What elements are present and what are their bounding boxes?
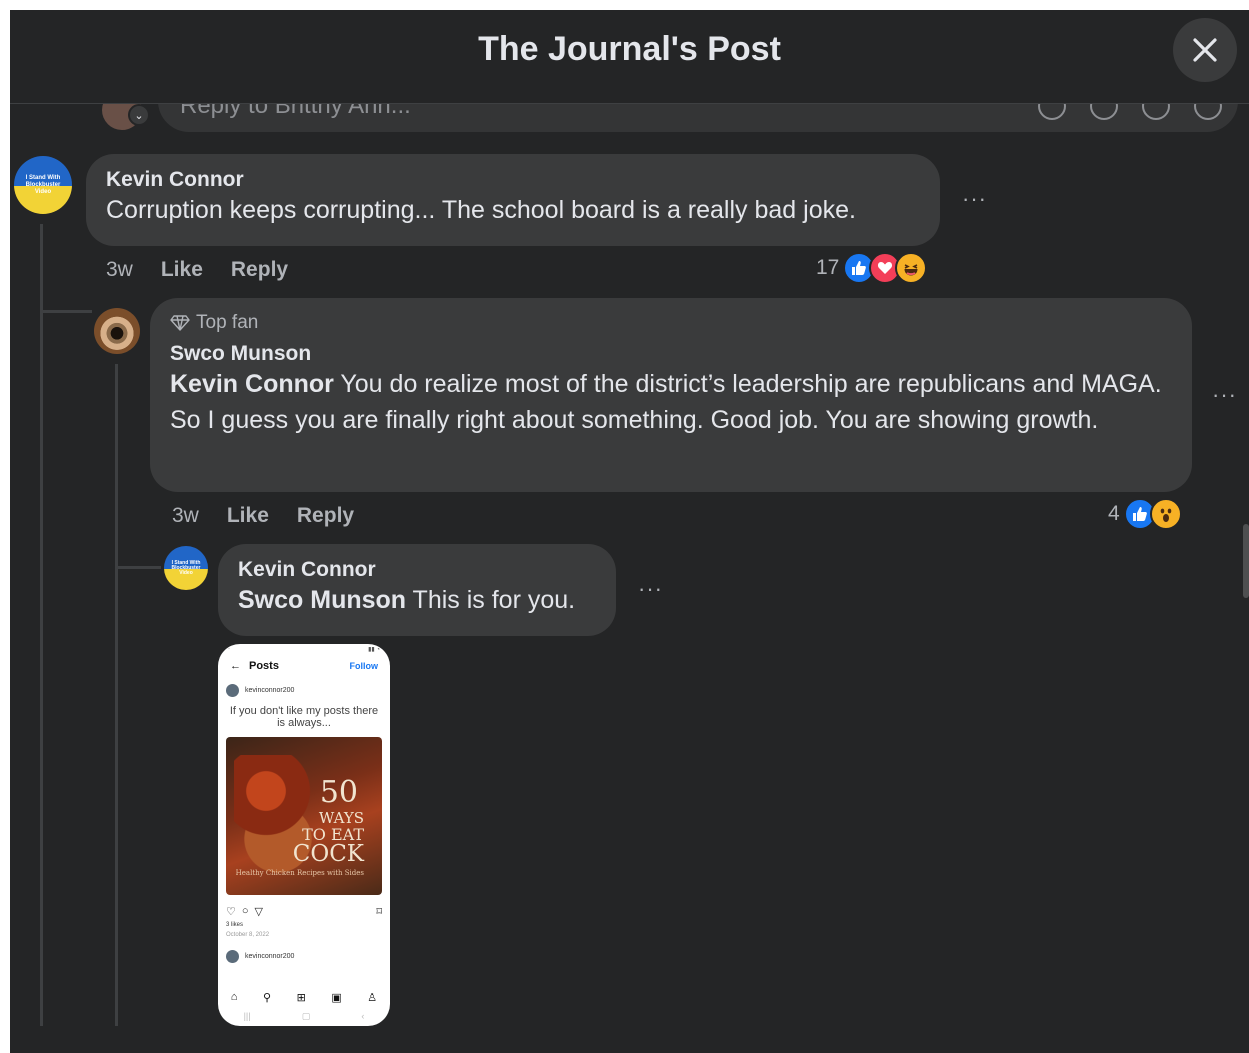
phone-likes: 3 likes [226, 922, 244, 928]
phone-avatar [226, 950, 239, 963]
thread-line [40, 224, 43, 1026]
bookmark-icon: ⌑ [376, 906, 382, 918]
reply-button[interactable]: Reply [231, 258, 288, 282]
comment-author[interactable]: Kevin Connor [106, 168, 920, 192]
thread-line [115, 364, 118, 1026]
top-fan-badge: Top fan [170, 312, 1172, 334]
phone-post-actions: ♡ ○ ▽ ⌑ [218, 895, 390, 920]
phone-status-bar: · ▮▮ ◔ [228, 646, 380, 653]
comment-bubble: Kevin Connor Corruption keeps corrupting… [86, 154, 940, 246]
comment-actions: 3w Like Reply [172, 504, 354, 528]
diamond-icon [170, 315, 190, 331]
profile-icon: ♙ [367, 992, 378, 1004]
more-options-button[interactable]: ··· [1212, 382, 1237, 408]
mention-link[interactable]: Swco Munson [238, 586, 406, 614]
cover-subtitle: Healthy Chicken Recipes with Sides [235, 869, 364, 877]
phone-follow-label: Follow [349, 661, 379, 671]
comment-actions: 3w Like Reply [106, 258, 288, 282]
back-arrow-icon: ← [230, 660, 241, 672]
badge-label: Top fan [196, 312, 259, 333]
more-options-button[interactable]: ··· [638, 576, 663, 602]
comment-time[interactable]: 3w [172, 504, 199, 528]
close-icon [1193, 38, 1217, 62]
attached-screenshot[interactable]: · ▮▮ ◔ ← Posts Follow kevinconnor200 If y… [218, 644, 390, 1026]
phone-post-user: kevinconnor200 [218, 940, 390, 967]
reaction-count: 4 [1108, 502, 1120, 525]
comment-bubble: Kevin Connor Swco Munson This is for you… [218, 544, 616, 636]
avatar-text: I Stand With Blockbuster Video [171, 559, 201, 576]
chevron-down-icon[interactable]: ⌄ [128, 104, 150, 126]
phone-system-nav: ||| ▢ ‹ [243, 1011, 365, 1021]
dialog-header: The Journal's Post [10, 10, 1249, 104]
reels-icon: ▣ [331, 992, 342, 1004]
comment-bubble: Top fan Swco Munson Kevin Connor You do … [150, 298, 1192, 492]
avatar[interactable]: I Stand With Blockbuster Video [14, 156, 72, 214]
cover-line: COCK [292, 841, 364, 867]
avatar[interactable]: I Stand With Blockbuster Video [164, 546, 208, 590]
like-button[interactable]: Like [227, 504, 269, 528]
search-icon: ⚲ [262, 992, 272, 1004]
reaction-summary[interactable]: 17 [816, 252, 928, 284]
reaction-summary[interactable]: 4 [1108, 498, 1182, 530]
comment-author[interactable]: Kevin Connor [238, 558, 596, 582]
phone-caption: If you don't like my posts there is alwa… [229, 705, 379, 729]
like-button[interactable]: Like [161, 258, 203, 282]
phone-nav-bar: ← Posts Follow [218, 656, 390, 676]
phone-username: kevinconnor200 [245, 953, 295, 960]
phone-username: kevinconnor200 [245, 687, 295, 694]
comment-icon: ○ [241, 905, 249, 917]
comment-author[interactable]: Swco Munson [170, 342, 1172, 366]
home-icon: ⌂ [230, 991, 238, 1003]
avatar[interactable] [94, 308, 140, 354]
wow-reaction-icon [1149, 498, 1182, 530]
post-dialog: The Journal's Post ⌄ Reply to Brittny An… [10, 10, 1249, 1053]
phone-date: October 8, 2022 [226, 932, 270, 938]
reaction-count: 17 [816, 256, 840, 279]
send-icon: ▽ [254, 906, 263, 918]
comment-text: Corruption keeps corrupting... The schoo… [106, 196, 856, 224]
comment-text: Kevin Connor You do realize most of the … [170, 366, 1172, 438]
phone-post-user: kevinconnor200 [218, 676, 390, 701]
thread-line [115, 566, 161, 569]
haha-reaction-icon [895, 252, 928, 284]
thread-line [40, 310, 92, 313]
phone-screen-title: Posts [249, 660, 279, 672]
cover-number: 50 [319, 775, 358, 810]
reply-button[interactable]: Reply [297, 504, 354, 528]
more-options-button[interactable]: ··· [962, 186, 987, 212]
scrollbar[interactable] [1243, 524, 1249, 598]
phone-tab-bar: ⌂ ⚲ ⊞ ▣ ♙ [218, 991, 390, 1004]
comment-body: This is for you. [406, 586, 576, 614]
comment-text: Swco Munson This is for you. [238, 582, 596, 618]
add-icon: ⊞ [296, 992, 306, 1004]
mention-link[interactable]: Kevin Connor [170, 370, 334, 398]
comment-time[interactable]: 3w [106, 258, 133, 282]
book-cover-photo: 50 WAYS TO EAT COCK Healthy Chicken Reci… [226, 737, 382, 895]
dialog-title: The Journal's Post [478, 30, 781, 68]
heart-icon: ♡ [226, 906, 236, 918]
close-button[interactable] [1173, 18, 1237, 82]
phone-avatar [226, 684, 239, 697]
avatar-text: I Stand With Blockbuster Video [25, 174, 61, 195]
